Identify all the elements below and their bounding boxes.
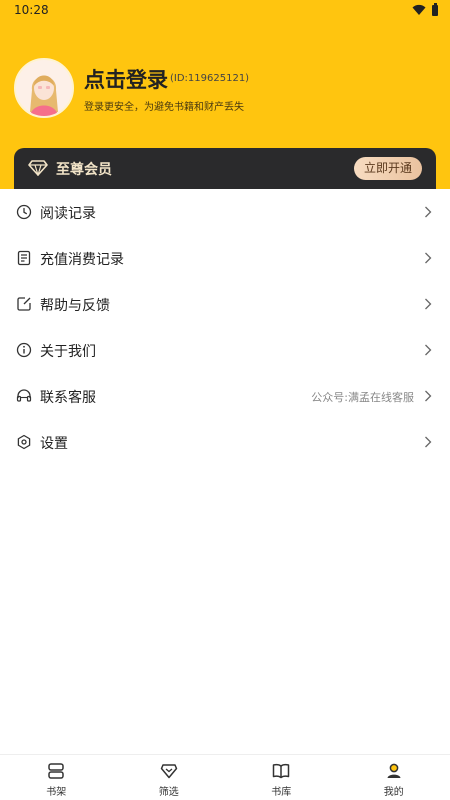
menu-item-recharge-records[interactable]: 充值消费记录	[0, 235, 450, 281]
bottom-tab-bar: 书架 筛选 书库 我的	[0, 754, 450, 800]
vip-label: 至尊会员	[56, 162, 112, 178]
avatar[interactable]	[14, 58, 74, 118]
info-icon	[16, 342, 32, 358]
chevron-right-icon	[425, 252, 432, 264]
chevron-right-icon	[425, 436, 432, 448]
edit-icon	[17, 297, 31, 311]
profile-header: 10:28 点击登录 (ID:119625121) 登录更安全，为避免书籍和财产…	[0, 0, 450, 196]
tab-bookshelf[interactable]: 书架	[0, 755, 113, 800]
menu-item-label: 关于我们	[40, 344, 96, 360]
filter-gem-icon	[160, 764, 177, 779]
menu-item-settings[interactable]: 设置	[0, 419, 450, 465]
chevron-right-icon	[425, 344, 432, 356]
avatar-illustration	[30, 75, 58, 116]
vip-open-button[interactable]: 立即开通	[354, 157, 422, 180]
status-time: 10:28	[14, 3, 49, 17]
status-bar: 10:28	[0, 0, 450, 22]
chevron-right-icon	[425, 390, 432, 402]
menu-item-label: 帮助与反馈	[40, 298, 110, 314]
tab-library[interactable]: 书库	[225, 755, 338, 800]
customer-service-account: 公众号:满孟在线客服	[311, 391, 414, 404]
tab-label: 筛选	[158, 787, 179, 798]
book-open-icon	[273, 763, 290, 779]
battery-icon	[432, 2, 438, 16]
user-id: (ID:119625121)	[170, 73, 250, 84]
bookshelf-icon	[48, 763, 64, 779]
menu-item-label: 设置	[40, 436, 68, 452]
settings-menu: 阅读记录 充值消费记录 帮助与反馈 关于我们 联系客服 公众号:满孟在线客服 设…	[0, 189, 450, 465]
menu-item-customer-service[interactable]: 联系客服 公众号:满孟在线客服	[0, 373, 450, 419]
tab-label: 我的	[383, 787, 404, 798]
menu-item-about-us[interactable]: 关于我们	[0, 327, 450, 373]
tab-label: 书架	[46, 787, 67, 798]
menu-item-label: 阅读记录	[40, 206, 96, 222]
settings-icon	[17, 434, 31, 450]
menu-item-reading-history[interactable]: 阅读记录	[0, 189, 450, 235]
tab-filter[interactable]: 筛选	[113, 755, 226, 800]
menu-item-help-feedback[interactable]: 帮助与反馈	[0, 281, 450, 327]
user-icon	[387, 763, 401, 778]
wifi-icon	[412, 4, 426, 15]
tab-mine[interactable]: 我的	[338, 755, 450, 800]
diamond-icon	[28, 160, 48, 176]
chevron-right-icon	[425, 298, 432, 310]
tab-label: 书库	[271, 787, 292, 798]
receipt-icon	[17, 250, 31, 266]
headset-icon	[16, 389, 32, 402]
login-subtitle: 登录更安全，为避免书籍和财产丢失	[84, 102, 244, 113]
menu-item-label: 联系客服	[40, 390, 96, 406]
chevron-right-icon	[425, 206, 432, 218]
login-button[interactable]: 点击登录	[84, 64, 168, 94]
status-icons	[412, 2, 438, 16]
clock-icon	[16, 204, 32, 220]
menu-item-label: 充值消费记录	[40, 252, 124, 268]
